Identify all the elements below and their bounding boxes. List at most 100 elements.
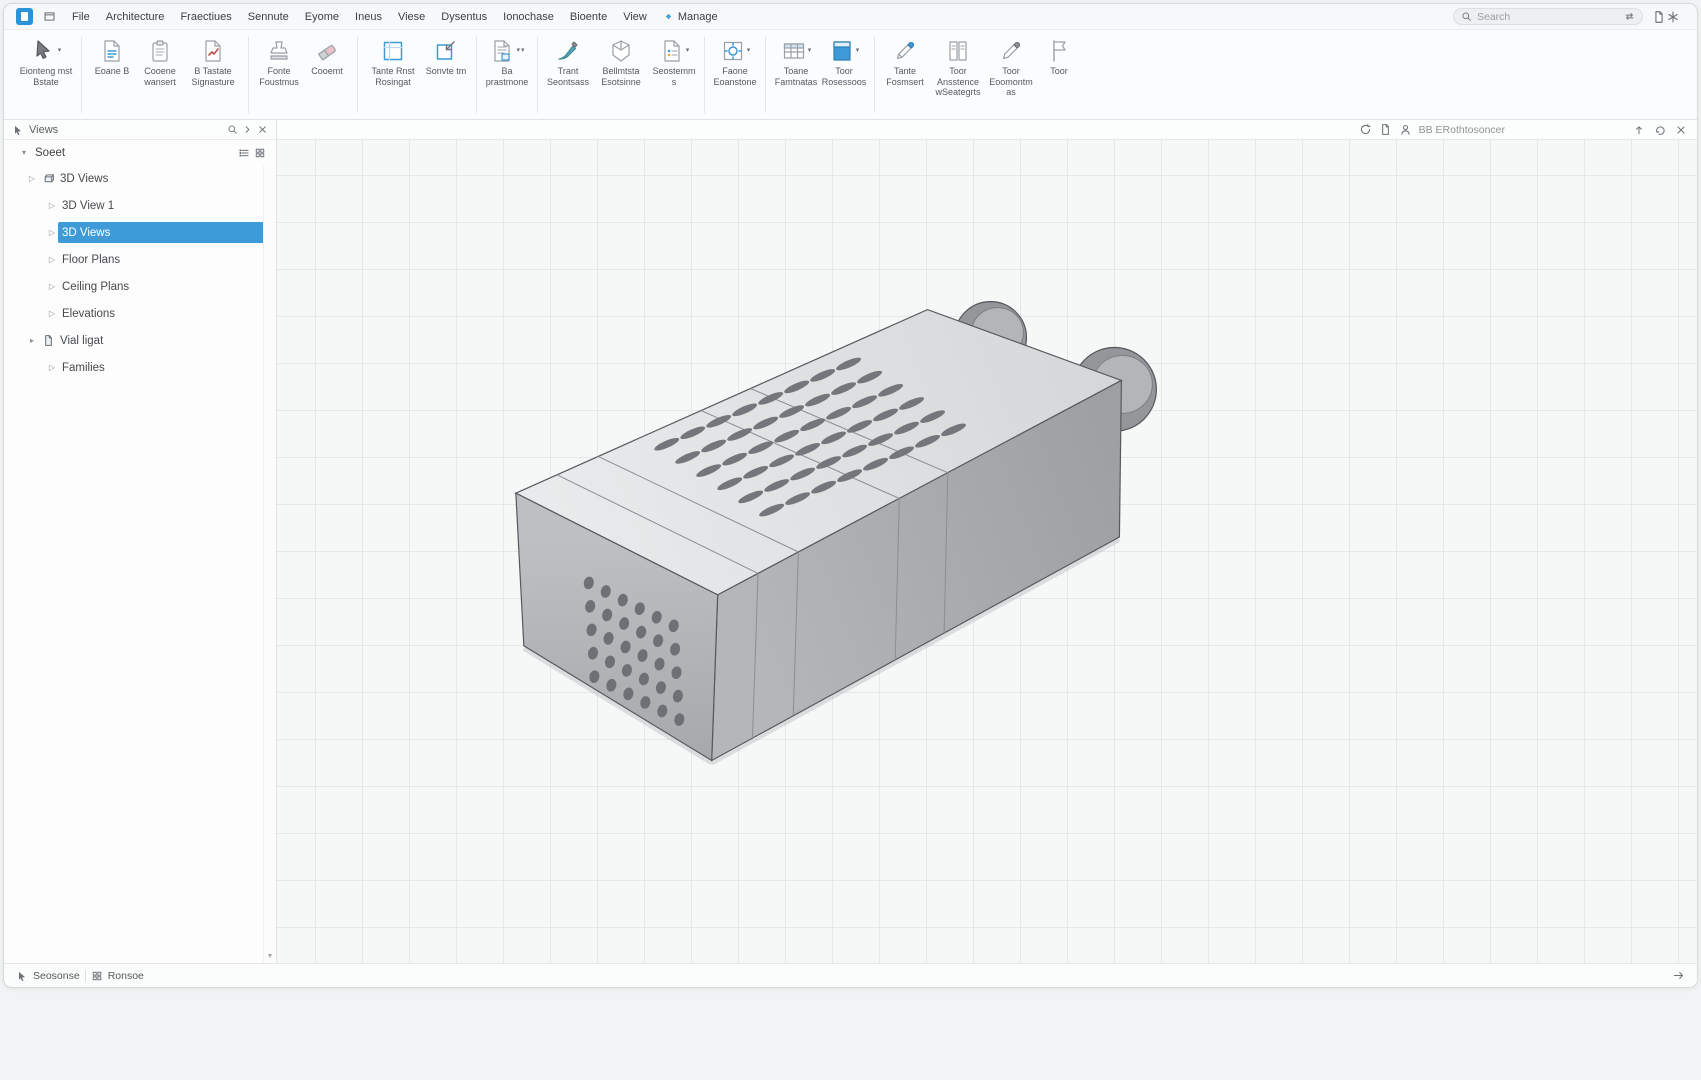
tree-item-elevations[interactable]: ▷Elevations [4,300,276,327]
up-icon[interactable] [1633,124,1645,136]
menu-item-eyome[interactable]: Eyome [297,8,347,26]
ribbon-button-sonvte-tm[interactable]: Sonvte tm [422,35,470,79]
caret-down-icon[interactable]: ▾ [58,47,62,54]
drawing-area[interactable] [277,140,1697,963]
search-box[interactable]: Search [1453,8,1643,25]
scroll-down-icon[interactable]: ▼ [267,953,274,963]
tree-item-3d-views[interactable]: ▷3D Views [4,219,276,246]
search-icon [1461,11,1472,22]
expand-arrow-icon[interactable]: ▷ [46,363,58,372]
expand-arrow-icon[interactable]: ▸ [26,336,38,345]
ribbon-button-fonte-foustmus[interactable]: Fonte Foustmus [255,35,303,89]
sync-icon[interactable] [1359,123,1372,136]
ribbon-button-eionteng-mst-bstate[interactable]: ▾Eionteng mst Bstate [17,35,75,89]
ribbon-button-eoane-b[interactable]: Eoane B [88,35,136,79]
browser-root-row[interactable]: ▾ Soeet [4,140,276,165]
menu-item-architecture[interactable]: Architecture [98,8,173,26]
menu-item-file[interactable]: File [64,8,98,26]
ribbon-button-label: Sonvte tm [423,66,469,77]
ribbon-group: Tante FosmsertToor Ansstence wSeategrtsT… [878,35,1086,100]
tree-item-3d-view-1[interactable]: ▷3D View 1 [4,192,276,219]
browser-scrollbar[interactable]: ▼ [263,166,276,963]
menu-item-label: View [623,11,647,23]
menu-item-bioente[interactable]: Bioente [562,8,615,26]
ribbon-button-toor-eoomontmas[interactable]: Toor Eoomontmas [987,35,1035,100]
caret-down-icon[interactable]: ▾ [521,47,525,54]
close-icon[interactable] [1675,124,1687,136]
list-icon[interactable] [238,147,250,159]
expand-arrow-icon[interactable]: ▷ [46,309,58,318]
app-logo-icon[interactable] [16,8,33,25]
ribbon-button-cooene-wansert[interactable]: Cooene wansert [136,35,184,89]
collapse-arrow-icon[interactable]: ▾ [18,148,30,157]
menu-item-dysentus[interactable]: Dysentus [433,8,495,26]
menu-bar: File Architecture Fraectiues Sennute EyomeIn… [4,4,1697,30]
views-3d-icon [42,172,55,185]
chevron-icon[interactable] [242,124,253,135]
tree-item-floor-plans[interactable]: ▷Floor Plans [4,246,276,273]
ribbon-button-tante-rnst-rosingat[interactable]: Tante Rnst Rosingat [364,35,422,89]
redo-icon[interactable] [1654,124,1666,136]
ribbon-button-trant-seontsass[interactable]: Trant Seontsass [544,35,592,89]
expand-arrow-icon[interactable]: ▷ [46,228,58,237]
window-icon[interactable] [43,10,56,23]
expand-arrow-icon[interactable]: ▷ [26,174,38,183]
tree-item-vial-ligat[interactable]: ▸Vial ligat [4,327,276,354]
ribbon-button-seostemms[interactable]: ▾Seostemms [650,35,698,89]
menu-item-label: Fraectiues [180,11,231,23]
switch-icon[interactable] [1624,11,1635,22]
ribbon-button-faone-eoanstone[interactable]: ▾Faone Eoanstone [711,35,759,89]
caret-down-icon[interactable]: ▾ [516,47,520,54]
ribbon-button-b-tastate-signasture[interactable]: B Tastate Signasture [184,35,242,89]
page-icon[interactable] [1379,123,1392,136]
tree-item-3d-views[interactable]: ▷3D Views [4,165,276,192]
menu-item-view[interactable]: View [615,8,655,26]
ribbon-group: Trant SeontsassBellmtsta Esotsinne▾Seost… [541,35,701,89]
menu-item-label: Architecture [106,11,165,23]
grid-icon[interactable] [254,147,266,159]
menu-item-manage[interactable]: Manage [655,8,726,26]
ribbon-group: ▾Eionteng mst Bstate [14,35,78,89]
menu-item-fraectiues[interactable]: Fraectiues [172,8,239,26]
status-item-seosonse[interactable]: Seosonse [16,970,80,982]
status-bar: Seosonse Ronsoe [4,963,1697,987]
doc-columns-icon [945,38,971,64]
sheet-icon [42,334,55,347]
expand-arrow-icon[interactable]: ▷ [46,282,58,291]
model-3d-view[interactable] [277,140,1697,963]
caret-down-icon[interactable]: ▾ [686,47,690,54]
brush-icon [555,38,581,64]
ribbon-button-toor-ansstence-wseategrts[interactable]: Toor Ansstence wSeategrts [929,35,987,100]
close-icon[interactable] [257,124,268,135]
browser-header: Views [4,120,276,140]
menu-item-ineus[interactable]: Ineus [347,8,390,26]
ribbon-separator [874,37,875,113]
expand-arrow-icon[interactable]: ▷ [46,201,58,210]
ribbon-button-toor-rosessoos[interactable]: ▾Toor Rosessoos [820,35,868,89]
menu-item-ionochase[interactable]: Ionochase [495,8,562,26]
caret-down-icon[interactable]: ▾ [747,47,751,54]
tree-item-ceiling-plans[interactable]: ▷Ceiling Plans [4,273,276,300]
expand-arrow-icon[interactable]: ▷ [46,255,58,264]
ribbon-button-toor[interactable]: Toor [1035,35,1083,79]
menu-item-viese[interactable]: Viese [390,8,433,26]
ribbon-button-cooemt[interactable]: Cooemt [303,35,351,79]
menu-item-sennute[interactable]: Sennute [240,8,297,26]
frame-arrow-icon [433,38,459,64]
user-icon[interactable] [1399,123,1412,136]
menu-item-label: Sennute [248,11,289,23]
doc-check-icon [99,38,125,64]
search-icon[interactable] [227,124,238,135]
caret-down-icon[interactable]: ▾ [856,47,860,54]
status-item-ronsoe[interactable]: Ronsoe [91,970,144,982]
ribbon-button-ba-prastmone[interactable]: ▾▾Ba prastmone [483,35,531,89]
caret-down-icon[interactable]: ▾ [808,47,812,54]
ribbon-button-tante-fosmsert[interactable]: Tante Fosmsert [881,35,929,89]
ribbon-button-toane-famtnatas[interactable]: ▾Toane Famtnatas [772,35,820,89]
tree-item-families[interactable]: ▷Families [4,354,276,381]
page-icon[interactable] [1652,10,1666,24]
arrow-icon[interactable] [1672,969,1685,982]
settings-icon[interactable] [1666,10,1680,24]
ribbon-button-label: B Tastate Signasture [185,66,241,87]
ribbon-button-bellmtsta-esotsinne[interactable]: Bellmtsta Esotsinne [592,35,650,89]
